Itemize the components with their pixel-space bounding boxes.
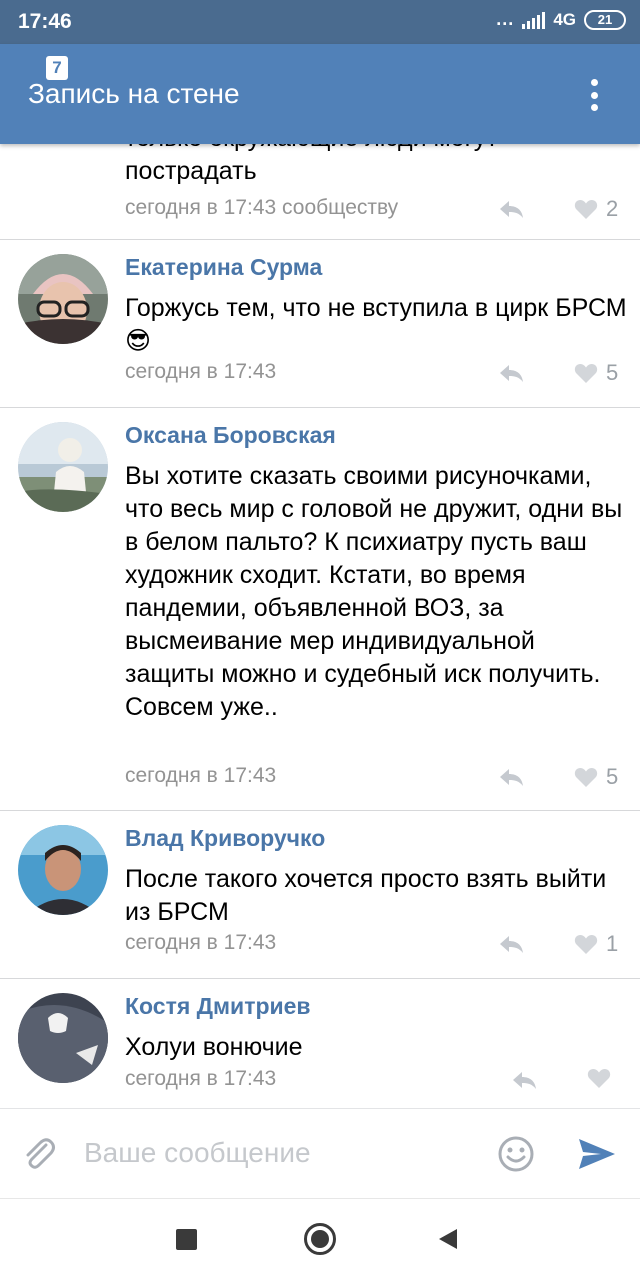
comments-list: только окружающие люди могут пострадать … xyxy=(0,144,640,1108)
send-icon[interactable] xyxy=(577,1137,617,1171)
reply-arrow-icon[interactable] xyxy=(498,934,524,954)
like-button[interactable]: 1 xyxy=(574,931,618,957)
back-button[interactable] xyxy=(437,1227,459,1251)
author-name[interactable]: Оксана Боровская xyxy=(125,422,336,449)
comment-item: Костя Дмитриев Холуи вонючие сегодня в 1… xyxy=(0,979,640,1108)
comment-text: Горжусь тем, что не вступила в цирк БРСМ… xyxy=(125,294,627,355)
heart-icon xyxy=(587,1068,611,1088)
signal-icon xyxy=(522,11,546,29)
smile-icon[interactable] xyxy=(497,1135,535,1173)
status-time: 17:46 xyxy=(18,10,72,33)
more-vert-icon[interactable] xyxy=(588,79,600,111)
status-indicators: ... 4G 21 xyxy=(496,9,626,30)
avatar[interactable] xyxy=(18,993,108,1083)
like-count: 5 xyxy=(606,764,619,789)
reply-arrow-icon[interactable] xyxy=(498,199,524,219)
heart-icon xyxy=(574,363,598,383)
comment-item: Екатерина Сурма Горжусь тем, что не всту… xyxy=(0,240,640,408)
avatar[interactable] xyxy=(18,825,108,915)
comment-meta[interactable]: сегодня в 17:43 сообществу xyxy=(125,196,398,220)
like-button[interactable]: 5 xyxy=(574,360,618,386)
avatar[interactable] xyxy=(18,254,108,344)
heart-icon xyxy=(574,934,598,954)
avatar[interactable] xyxy=(18,422,108,512)
status-bar: 17:46 ... 4G 21 xyxy=(0,0,640,44)
comment-text: Холуи вонючие xyxy=(125,1033,303,1061)
comment-text: только окружающие люди могут пострадать xyxy=(125,144,498,185)
like-button[interactable]: 2 xyxy=(574,196,618,222)
battery-level: 21 xyxy=(597,12,613,27)
comment-item: Оксана Боровская Вы хотите сказать своим… xyxy=(0,408,640,811)
author-name[interactable]: Костя Дмитриев xyxy=(125,993,311,1020)
author-name[interactable]: Екатерина Сурма xyxy=(125,254,322,281)
recents-button[interactable] xyxy=(176,1229,197,1250)
heart-icon xyxy=(574,767,598,787)
comment-meta[interactable]: сегодня в 17:43 xyxy=(125,764,276,788)
comment-meta[interactable]: сегодня в 17:43 xyxy=(125,1067,276,1091)
notification-dots: ... xyxy=(496,9,515,29)
comment-text: Вы хотите сказать своими рисуночками, чт… xyxy=(125,462,623,721)
comment-text: После такого хочется просто взять выйти … xyxy=(125,865,607,926)
app-toolbar: 7 Запись на стене xyxy=(0,44,640,144)
comment-item: Влад Криворучко После такого хочется про… xyxy=(0,811,640,979)
heart-icon xyxy=(574,199,598,219)
battery-icon: 21 xyxy=(584,9,626,30)
reply-arrow-icon[interactable] xyxy=(498,767,524,787)
comment-item: только окружающие люди могут пострадать … xyxy=(0,144,640,240)
notification-badge: 7 xyxy=(46,56,68,80)
message-composer: Ваше сообщение xyxy=(0,1108,640,1198)
like-button[interactable] xyxy=(587,1067,619,1089)
home-button[interactable] xyxy=(304,1223,336,1255)
message-input[interactable]: Ваше сообщение xyxy=(84,1137,311,1169)
network-type: 4G xyxy=(553,9,576,29)
like-count: 5 xyxy=(606,360,619,385)
reply-arrow-icon[interactable] xyxy=(511,1070,537,1090)
like-count: 1 xyxy=(606,931,619,956)
reply-arrow-icon[interactable] xyxy=(498,363,524,383)
comment-meta[interactable]: сегодня в 17:43 xyxy=(125,360,276,384)
page-title: Запись на стене xyxy=(28,78,240,109)
like-button[interactable]: 5 xyxy=(574,764,618,790)
author-name[interactable]: Влад Криворучко xyxy=(125,825,325,852)
comment-meta[interactable]: сегодня в 17:43 xyxy=(125,931,276,955)
system-nav-bar xyxy=(0,1198,640,1280)
paperclip-icon[interactable] xyxy=(20,1135,58,1173)
like-count: 2 xyxy=(606,196,619,221)
